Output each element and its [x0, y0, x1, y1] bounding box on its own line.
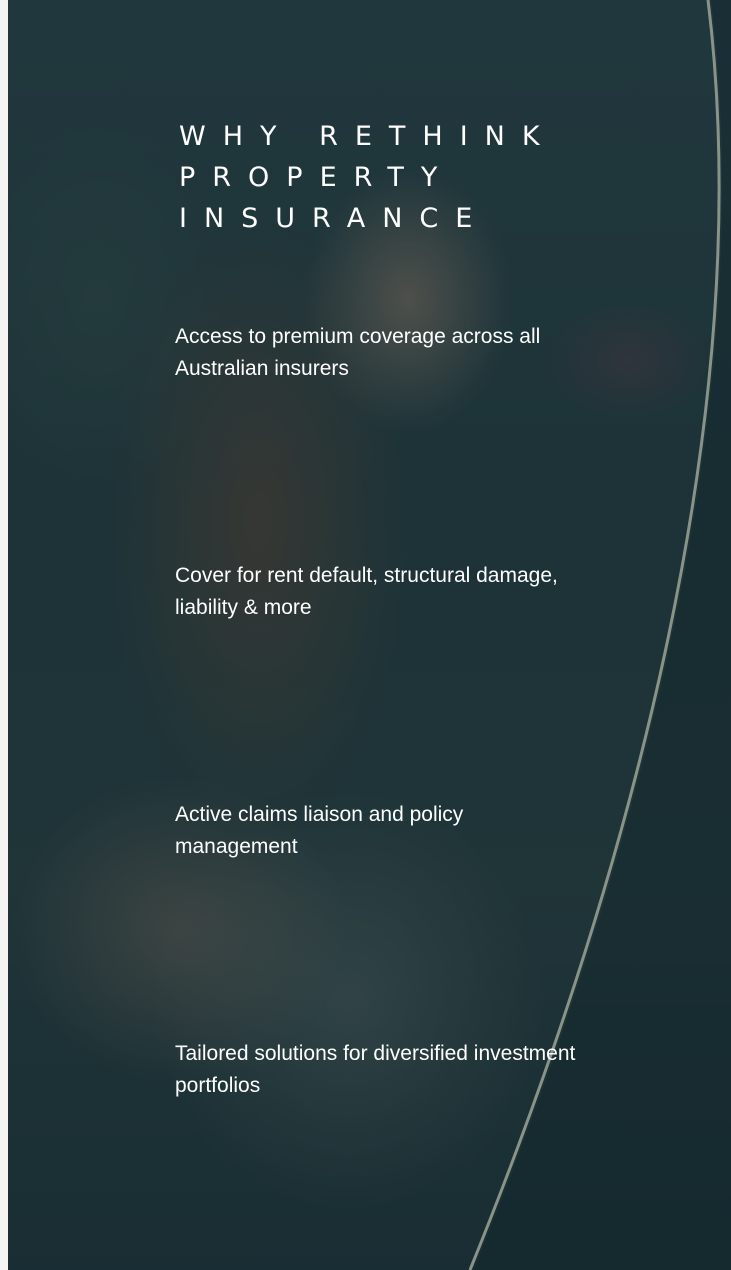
heading-line-1: WHY RETHINK	[179, 121, 557, 152]
feature-cover-types: Cover for rent default, structural damag…	[175, 564, 558, 619]
heading-line-2: PROPERTY	[179, 162, 455, 193]
why-rethink-section: WHY RETHINK PROPERTY INSURANCE Access to…	[0, 0, 731, 1270]
left-edge-strip	[0, 0, 8, 1270]
feature-tailored-solutions: Tailored solutions for diversified inves…	[175, 1042, 576, 1097]
heading-line-3: INSURANCE	[179, 203, 490, 234]
feature-premium-coverage: Access to premium coverage across all Au…	[175, 325, 541, 380]
feature-claims-liaison: Active claims liaison and policy managem…	[175, 803, 464, 858]
section-heading: WHY RETHINK PROPERTY INSURANCE	[179, 116, 619, 239]
